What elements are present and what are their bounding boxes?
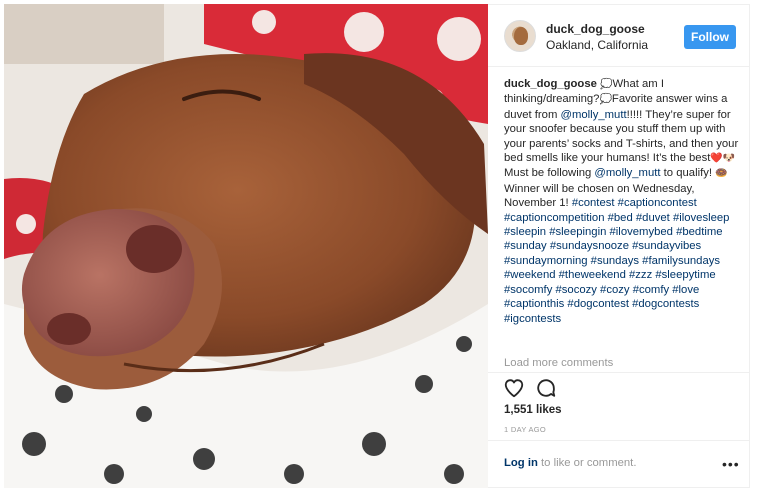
caption-hashtags[interactable]: #contest #captioncontest #captioncompeti… — [504, 197, 729, 324]
mention-link[interactable]: @molly_mutt — [594, 167, 660, 179]
comment-icon[interactable] — [535, 377, 557, 399]
post-photo[interactable] — [4, 4, 488, 488]
like-count[interactable]: 1,551 likes — [504, 404, 562, 416]
follow-button[interactable]: Follow — [684, 25, 736, 49]
heart-emoji-icon: ❤️ — [710, 153, 723, 165]
dog-emoji-icon: 🐶 — [722, 153, 736, 165]
actions-divider — [488, 372, 750, 373]
caption-text-4: Must be following — [504, 167, 592, 180]
caption-text-5: to qualify! — [660, 167, 713, 180]
post-location[interactable]: Oakland, California — [546, 38, 648, 52]
sleeping-dog-image — [4, 4, 488, 488]
thought-bubble-icon: 💭 — [599, 94, 612, 106]
post-author[interactable]: duck_dog_goose — [546, 22, 645, 36]
login-prompt: Log in to like or comment. — [504, 457, 636, 469]
avatar[interactable] — [504, 20, 536, 52]
mention-link[interactable]: @molly_mutt — [561, 109, 627, 121]
login-prompt-text: to like or comment. — [537, 457, 637, 469]
login-link[interactable]: Log in — [504, 457, 538, 469]
donut-emoji-icon: 🍩 — [715, 168, 728, 180]
caption-author[interactable]: duck_dog_goose — [504, 78, 597, 90]
thought-bubble-icon: 💭 — [600, 79, 613, 90]
post-time[interactable]: 1 DAY AGO — [504, 425, 546, 434]
more-options-icon[interactable]: ••• — [722, 456, 740, 472]
post-header: duck_dog_goose Oakland, California Follo… — [488, 5, 750, 67]
heart-icon[interactable] — [503, 377, 525, 399]
load-more-comments[interactable]: Load more comments — [504, 357, 613, 369]
post-caption: duck_dog_goose 💭What am I thinking/dream… — [504, 77, 740, 326]
